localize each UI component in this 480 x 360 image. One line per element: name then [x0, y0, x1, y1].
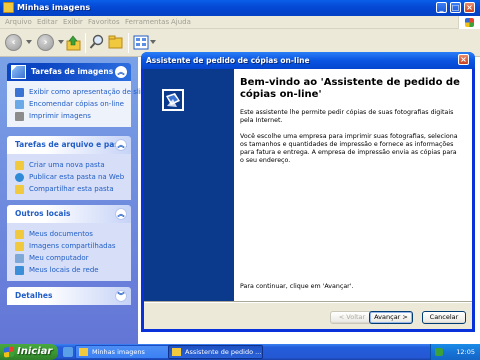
picture-tasks-panel: Tarefas de imagens ︽ Exibir como apresen… [7, 63, 153, 127]
back-arrow-icon: ‹ [5, 34, 22, 51]
menu-favorites[interactable]: Favoritos [88, 18, 120, 27]
system-tray: 12:05 [430, 344, 480, 360]
collapse-icon[interactable]: ︽ [115, 139, 127, 151]
menu-help[interactable]: Ajuda [171, 18, 191, 27]
start-button[interactable]: Iniciar [0, 344, 58, 360]
documents-folder-icon [15, 229, 24, 239]
wizard-content: Bem-vindo ao 'Assistente de pedido de có… [234, 69, 472, 301]
back-button[interactable]: ‹ [5, 34, 35, 52]
folders-icon [108, 35, 123, 49]
file-tasks-header[interactable]: Tarefas de arquivo e pasta ︽ [7, 136, 131, 154]
windows-logo-icon [458, 16, 480, 29]
folder-icon [3, 2, 14, 13]
views-icon [133, 35, 149, 50]
globe-icon [15, 172, 24, 182]
menu-file[interactable]: Arquivo [5, 18, 32, 27]
views-button[interactable] [133, 34, 156, 52]
wizard-banner [144, 69, 234, 301]
wizard-paragraph-2: Você escolhe uma empresa para imprimir s… [240, 133, 458, 164]
taskbar: Iniciar Minhas imagens Assistente de ped… [0, 344, 480, 360]
network-places-link[interactable]: Meus locais de rede [15, 264, 131, 276]
up-folder-button[interactable] [66, 34, 82, 52]
order-prints-icon [15, 99, 24, 109]
chevron-down-icon [150, 40, 156, 44]
order-prints-link[interactable]: Encomendar cópias on-line [15, 98, 131, 110]
printer-icon [15, 111, 24, 121]
forward-button[interactable]: › [37, 34, 67, 52]
other-places-body: Meus documentos Imagens compartilhadas M… [7, 223, 131, 281]
back-wizard-button[interactable]: < Voltar [330, 311, 374, 324]
taskbar-item-explorer[interactable]: Minhas imagens [75, 345, 170, 359]
order-prints-wizard: Assistente de pedido de cópias on-line ×… [141, 52, 475, 332]
wizard-title-bar[interactable]: Assistente de pedido de cópias on-line × [141, 52, 475, 69]
wizard-heading: Bem-vindo ao 'Assistente de pedido de có… [240, 77, 460, 100]
collapse-icon[interactable]: ︽ [115, 208, 127, 220]
other-places-panel: Outros locais ︽ Meus documentos Imagens … [7, 205, 131, 281]
publish-web-link[interactable]: Publicar esta pasta na Web [15, 171, 131, 183]
start-label: Iniciar [17, 346, 53, 357]
minimize-button[interactable]: _ [436, 2, 447, 13]
file-tasks-panel: Tarefas de arquivo e pasta ︽ Criar uma n… [7, 136, 131, 200]
explorer-title: Minhas imagens [17, 3, 91, 12]
folder-icon [172, 348, 181, 356]
photo-prints-icon [162, 89, 184, 111]
network-status-icon[interactable] [435, 348, 443, 356]
shared-pictures-icon [15, 241, 24, 251]
details-panel: Detalhes ︾ [7, 287, 131, 305]
details-title: Detalhes [15, 291, 53, 300]
computer-icon [15, 253, 24, 263]
network-icon [15, 265, 24, 275]
chevron-down-icon [58, 40, 64, 44]
file-tasks-body: Criar uma nova pasta Publicar esta pasta… [7, 154, 131, 200]
wizard-close-button[interactable]: × [458, 54, 469, 65]
my-computer-link[interactable]: Meu computador [15, 252, 131, 264]
slideshow-icon [15, 87, 24, 97]
slideshow-link[interactable]: Exibir como apresentação de slides [15, 86, 153, 98]
search-icon [89, 34, 104, 49]
cancel-button[interactable]: Cancelar [422, 311, 466, 324]
new-folder-icon [15, 160, 24, 170]
close-button[interactable]: × [464, 2, 475, 13]
folders-button[interactable] [108, 34, 124, 52]
show-desktop-icon[interactable] [63, 347, 73, 357]
wizard-title: Assistente de pedido de cópias on-line [146, 56, 310, 65]
expand-icon[interactable]: ︾ [115, 290, 127, 302]
forward-arrow-icon: › [37, 34, 54, 51]
clock: 12:05 [456, 348, 475, 356]
details-header[interactable]: Detalhes ︾ [7, 287, 131, 305]
pictures-icon [11, 65, 26, 79]
menu-tools[interactable]: Ferramentas [125, 18, 169, 27]
shared-pictures-link[interactable]: Imagens compartilhadas [15, 240, 131, 252]
up-folder-icon [66, 35, 81, 51]
windows-logo-icon [4, 346, 14, 358]
other-places-title: Outros locais [15, 209, 71, 218]
other-places-header[interactable]: Outros locais ︽ [7, 205, 131, 223]
wizard-paragraph-1: Este assistente lhe permite pedir cópias… [240, 109, 454, 124]
chevron-down-icon [26, 40, 32, 44]
new-folder-link[interactable]: Criar uma nova pasta [15, 159, 131, 171]
taskbar-item-wizard[interactable]: Assistente de pedido ... [168, 345, 263, 359]
file-tasks-title: Tarefas de arquivo e pasta [15, 140, 128, 149]
folder-icon [79, 348, 88, 356]
search-button[interactable] [89, 34, 105, 52]
share-folder-link[interactable]: Compartilhar esta pasta [15, 183, 131, 195]
menu-view[interactable]: Exibir [63, 18, 83, 27]
share-folder-icon [15, 184, 24, 194]
collapse-icon[interactable]: ︽ [115, 66, 127, 78]
menu-bar: Arquivo Editar Exibir Favoritos Ferramen… [0, 16, 480, 29]
print-pictures-link[interactable]: Imprimir imagens [15, 110, 131, 122]
picture-tasks-title: Tarefas de imagens [31, 67, 114, 76]
task-pane: Tarefas de imagens ︽ Exibir como apresen… [0, 57, 153, 344]
wizard-body: Bem-vindo ao 'Assistente de pedido de có… [144, 69, 472, 329]
next-button[interactable]: Avançar > [369, 311, 413, 324]
explorer-title-bar[interactable]: Minhas imagens _ □ × [0, 0, 480, 16]
picture-tasks-header[interactable]: Tarefas de imagens ︽ [7, 63, 131, 81]
picture-tasks-body: Exibir como apresentação de slides Encom… [7, 81, 153, 127]
my-documents-link[interactable]: Meus documentos [15, 228, 131, 240]
menu-edit[interactable]: Editar [37, 18, 58, 27]
divider [144, 301, 472, 303]
wizard-continue-text: Para continuar, clique em 'Avançar'. [240, 283, 354, 290]
maximize-button[interactable]: □ [450, 2, 461, 13]
